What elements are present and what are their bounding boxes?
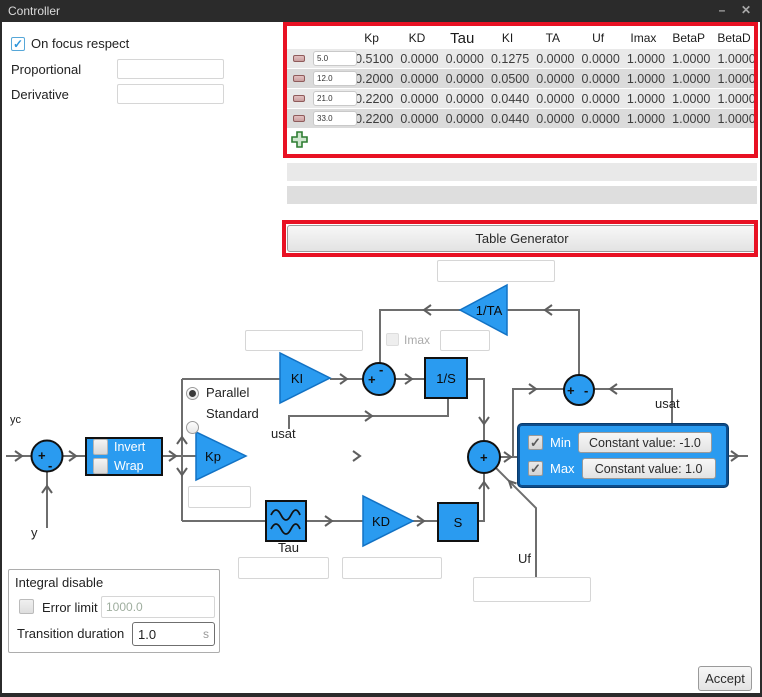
- max-label: Max: [550, 461, 575, 476]
- transition-duration-input[interactable]: 1.0 s: [132, 622, 215, 646]
- plus-sign: +: [38, 448, 46, 463]
- error-limit-label: Error limit: [42, 600, 98, 615]
- wire: [506, 310, 579, 376]
- max-checkbox[interactable]: ✓: [528, 461, 543, 476]
- uf-input[interactable]: [473, 577, 591, 602]
- kp-gain-block[interactable]: [196, 432, 246, 480]
- integrator-label: 1/S: [436, 371, 456, 386]
- min-label: Min: [550, 435, 571, 450]
- minus-sign: -: [379, 362, 383, 377]
- wire: [466, 379, 484, 440]
- imax-label: Imax: [404, 333, 430, 347]
- plus-sign: +: [480, 450, 488, 465]
- error-limit-input[interactable]: [101, 596, 215, 618]
- ki-parameter-input[interactable]: [245, 330, 363, 351]
- kd-label: KD: [372, 514, 390, 529]
- transition-duration-value: 1.0: [133, 627, 203, 642]
- invert-label: Invert: [114, 440, 145, 454]
- integral-disable-group: Integral disable Error limit Transition …: [8, 569, 220, 653]
- uf-label: Uf: [518, 551, 531, 566]
- standard-radio[interactable]: [186, 421, 199, 434]
- kd-parameter-input[interactable]: [342, 557, 442, 579]
- plus-sign: +: [567, 383, 575, 398]
- plus-sign: +: [368, 372, 376, 387]
- invert-wrap-block: Invert Wrap: [85, 437, 163, 476]
- minus-sign: -: [48, 458, 52, 473]
- kp-label: Kp: [205, 449, 221, 464]
- ki-gain-block[interactable]: [280, 353, 330, 403]
- saturation-block: ✓ Min Constant value: -1.0 ✓ Max Constan…: [518, 424, 728, 487]
- tau-parameter-input[interactable]: [238, 557, 329, 579]
- invert-toggle[interactable]: [93, 439, 108, 455]
- error-limit-checkbox[interactable]: [19, 599, 34, 614]
- accept-button[interactable]: Accept: [698, 666, 752, 691]
- ta-parameter-input[interactable]: [437, 260, 555, 282]
- min-constant-button[interactable]: Constant value: -1.0: [578, 432, 712, 453]
- ki-label: KI: [291, 371, 303, 386]
- wrap-label: Wrap: [114, 459, 144, 473]
- parallel-radio-label: Parallel: [206, 385, 249, 400]
- kp-parameter-input[interactable]: [188, 486, 251, 508]
- tau-caption: Tau: [278, 540, 299, 555]
- one-over-ta-label: 1/TA: [476, 303, 503, 318]
- standard-radio-label: Standard: [206, 406, 259, 421]
- tau-filter-block[interactable]: [266, 501, 306, 541]
- imax-value-input[interactable]: [440, 330, 490, 351]
- transition-duration-unit: s: [203, 627, 214, 641]
- y-label: y: [31, 525, 38, 540]
- usat-label: usat: [655, 396, 680, 411]
- integral-disable-title: Integral disable: [15, 575, 103, 590]
- imax-checkbox[interactable]: [386, 333, 399, 346]
- sum-error[interactable]: [32, 441, 63, 472]
- parallel-radio[interactable]: [186, 387, 199, 400]
- yc-label: yc: [10, 414, 21, 426]
- controller-window: Controller – ✕ ✓ On focus respect Propor…: [0, 0, 762, 697]
- transition-duration-label: Transition duration: [17, 626, 124, 641]
- derivative-label: S: [454, 515, 463, 530]
- arrow-right: [353, 451, 360, 461]
- wrap-toggle[interactable]: [93, 458, 108, 474]
- max-constant-button[interactable]: Constant value: 1.0: [582, 458, 716, 479]
- usat-label: usat: [271, 426, 296, 441]
- min-checkbox[interactable]: ✓: [528, 435, 543, 450]
- minus-sign: -: [584, 383, 588, 398]
